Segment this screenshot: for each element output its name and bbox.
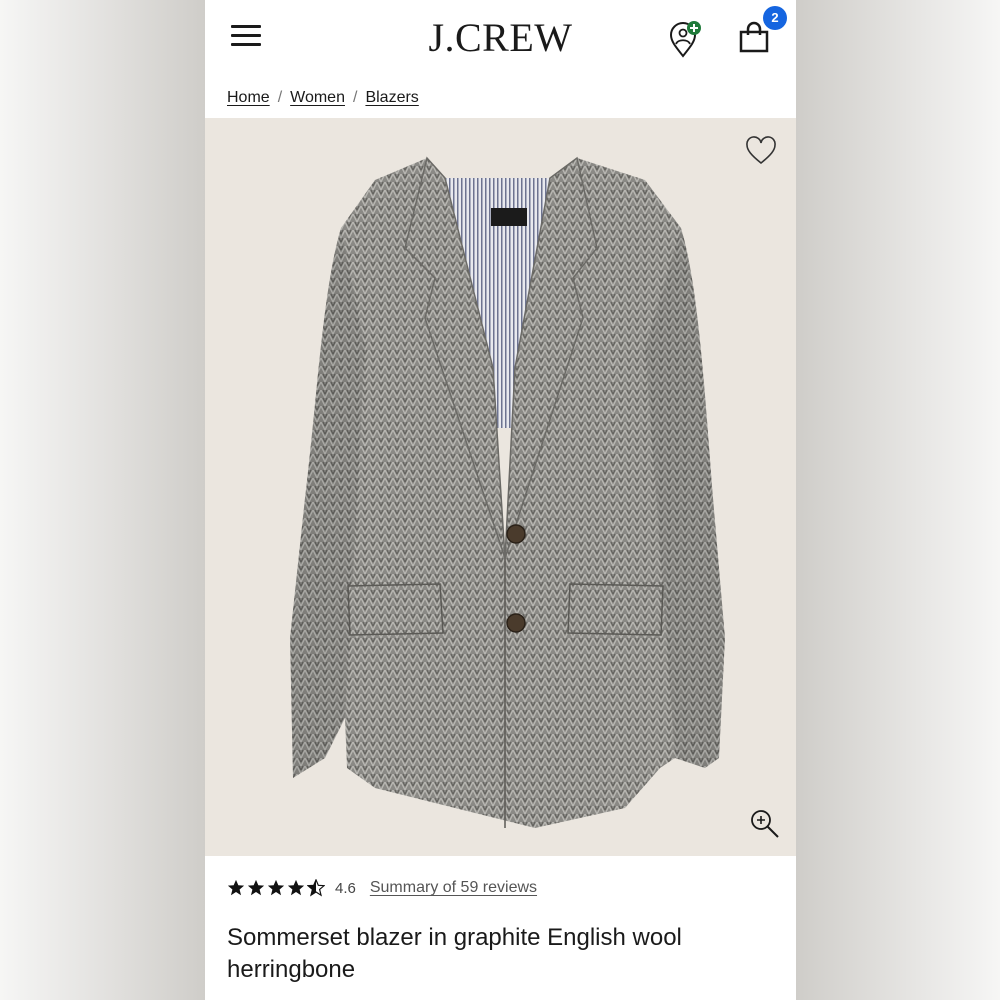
product-page: J.CREW 2 Home / Women / Blazers 4.6 Summ… (205, 0, 796, 1000)
product-image[interactable] (205, 118, 796, 856)
star-icon (247, 879, 265, 896)
breadcrumb-women[interactable]: Women (290, 89, 345, 106)
blazer-photo (290, 156, 725, 828)
zoom-icon[interactable] (749, 808, 781, 840)
breadcrumb-separator: / (352, 89, 358, 106)
right-backdrop (796, 0, 1000, 1000)
breadcrumb-separator: / (277, 89, 283, 106)
star-icon (287, 879, 305, 896)
heart-icon[interactable] (745, 136, 777, 166)
brand-logo[interactable]: J.CREW (205, 14, 796, 61)
rating-stars (227, 879, 327, 897)
breadcrumb-home[interactable]: Home (227, 89, 270, 106)
store-locator-icon[interactable] (667, 20, 707, 60)
bag-count-badge: 2 (763, 6, 787, 30)
half-star-icon (307, 879, 325, 897)
product-rating: 4.6 Summary of 59 reviews (227, 876, 537, 900)
reviews-summary-link[interactable]: Summary of 59 reviews (370, 879, 537, 897)
breadcrumb: Home / Women / Blazers (227, 89, 419, 107)
product-title: Sommerset blazer in graphite English woo… (227, 924, 682, 983)
star-icon (267, 879, 285, 896)
star-icon (227, 879, 245, 896)
site-header: J.CREW 2 (205, 0, 796, 80)
rating-value: 4.6 (335, 879, 356, 897)
breadcrumb-blazers[interactable]: Blazers (365, 89, 418, 106)
left-backdrop (0, 0, 205, 1000)
